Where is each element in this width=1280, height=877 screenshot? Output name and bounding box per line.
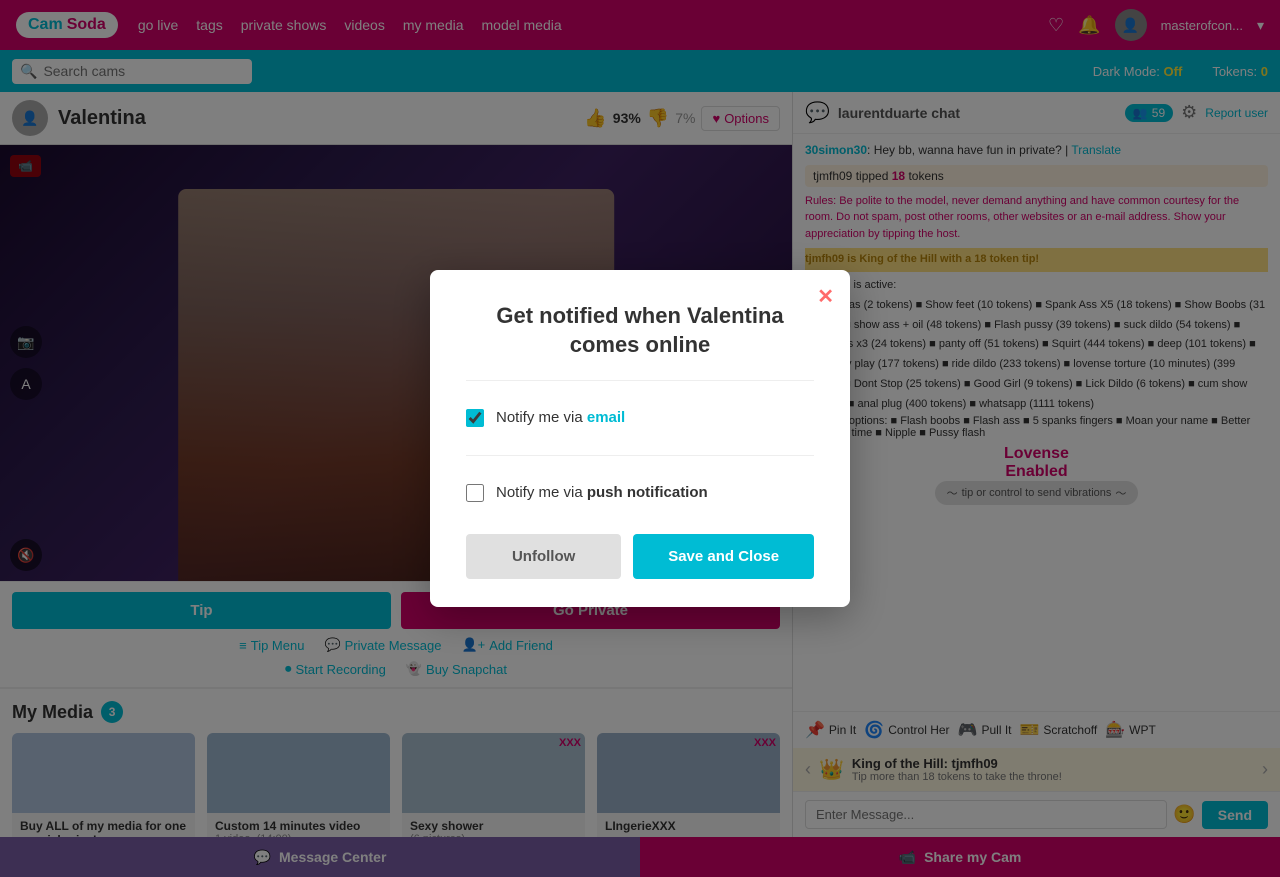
modal-email-option: Notify me via email [466, 397, 814, 439]
modal-push-option: Notify me via push notification [466, 472, 814, 514]
email-option-label[interactable]: Notify me via email [496, 409, 625, 426]
save-and-close-button[interactable]: Save and Close [633, 534, 814, 579]
modal-title: Get notified when Valentina comes online [466, 302, 814, 359]
modal-overlay[interactable]: ✕ Get notified when Valentina comes onli… [0, 0, 1280, 877]
push-bold-text: push notification [587, 484, 708, 501]
unfollow-button[interactable]: Unfollow [466, 534, 621, 579]
email-checkbox[interactable] [466, 409, 484, 427]
modal-divider-1 [466, 380, 814, 381]
modal-close-button[interactable]: ✕ [817, 284, 834, 309]
modal: ✕ Get notified when Valentina comes onli… [430, 270, 850, 606]
modal-buttons: Unfollow Save and Close [466, 534, 814, 579]
email-highlight: email [587, 409, 625, 426]
modal-divider-2 [466, 455, 814, 456]
push-option-label[interactable]: Notify me via push notification [496, 484, 708, 501]
push-checkbox[interactable] [466, 484, 484, 502]
